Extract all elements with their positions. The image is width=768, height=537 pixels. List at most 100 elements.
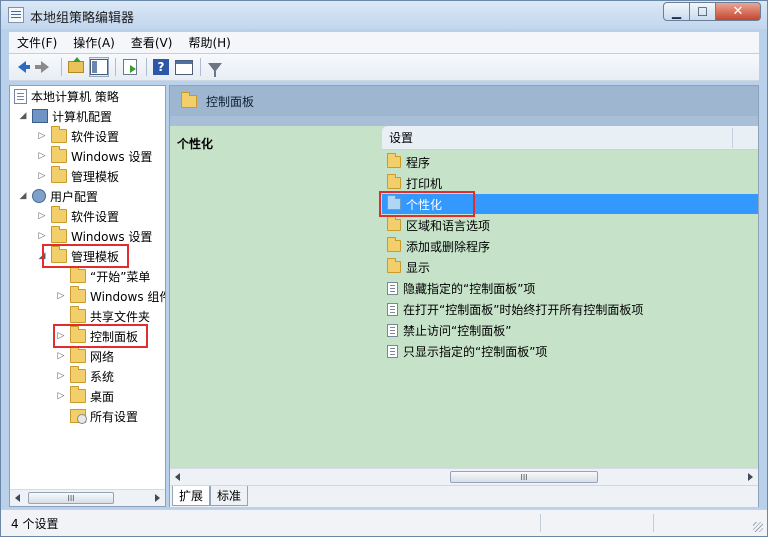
expand-arrow-icon[interactable]: ▷: [56, 371, 66, 381]
tree-item-all-settings[interactable]: 所有设置: [56, 406, 138, 426]
tree-label: Windows 设置: [71, 229, 153, 244]
list-item[interactable]: 区域和语言选项: [382, 215, 758, 235]
menu-bar: 文件(F) 操作(A) 查看(V) 帮助(H): [9, 32, 759, 53]
minimize-button[interactable]: ▁: [663, 2, 690, 21]
tab-extended[interactable]: 扩展: [172, 486, 211, 506]
tree-item-c-windows[interactable]: ▷ Windows 设置: [37, 146, 152, 166]
window-controls: ▁ ☐ ✕: [663, 2, 761, 21]
list-item-label: 在打开“控制面板”时始终打开所有控制面板项: [403, 302, 644, 317]
title-bar[interactable]: 本地组策略编辑器 ▁ ☐ ✕: [1, 1, 767, 29]
tree-item-c-software[interactable]: ▷ 软件设置: [37, 126, 119, 146]
expand-arrow-icon[interactable]: ▷: [37, 151, 47, 161]
tree-item-desktop[interactable]: ▷ 桌面: [56, 386, 114, 406]
column-divider[interactable]: [732, 128, 733, 148]
folder-icon: [387, 216, 401, 231]
filter-button[interactable]: [205, 57, 225, 77]
list-item[interactable]: 隐藏指定的“控制面板”项: [382, 278, 758, 298]
toolbar-separator: [146, 58, 147, 76]
tree-label: 计算机配置: [52, 109, 113, 124]
tree-item-shared-folders[interactable]: 共享文件夹: [56, 306, 150, 326]
tree-item-user-config[interactable]: ◢ 用户配置: [18, 186, 98, 206]
status-text: 4 个设置: [11, 517, 59, 531]
collapse-arrow-icon[interactable]: ◢: [18, 111, 28, 121]
window: 本地组策略编辑器 ▁ ☐ ✕ 文件(F) 操作(A) 查看(V) 帮助(H) ?…: [0, 0, 768, 537]
details-horizontal-scrollbar[interactable]: III: [170, 468, 758, 485]
list-item[interactable]: 添加或删除程序: [382, 236, 758, 256]
list-item-label: 只显示指定的“控制面板”项: [403, 344, 548, 359]
help-button[interactable]: ?: [151, 57, 171, 77]
tree-item-windows-components[interactable]: ▷ Windows 组件: [56, 286, 165, 306]
tree-label: 共享文件夹: [90, 309, 151, 324]
setting-icon: [387, 323, 398, 337]
tree-label: 管理模板: [71, 169, 120, 184]
folder-icon: [51, 226, 67, 243]
show-hide-tree-button[interactable]: [89, 57, 109, 77]
menu-action[interactable]: 操作(A): [65, 34, 123, 51]
setting-icon: [387, 281, 398, 295]
scroll-left-icon[interactable]: [175, 473, 180, 481]
tree-item-root[interactable]: 本地计算机 策略: [14, 86, 119, 106]
scroll-thumb[interactable]: III: [450, 471, 598, 483]
list-item[interactable]: 打印机: [382, 173, 758, 193]
tree-label: “开始”菜单: [90, 269, 151, 284]
list-item[interactable]: 程序: [382, 152, 758, 172]
tree-label: 软件设置: [71, 209, 120, 224]
back-button[interactable]: [12, 57, 32, 77]
expand-arrow-icon[interactable]: ▷: [37, 211, 47, 221]
expand-arrow-icon[interactable]: ▷: [56, 391, 66, 401]
expand-arrow-icon[interactable]: ▷: [37, 171, 47, 181]
annotation-highlight-admin: [42, 244, 129, 268]
list-item-label: 显示: [406, 260, 431, 275]
tree-label: 软件设置: [71, 129, 120, 144]
tree-label: 桌面: [90, 389, 115, 404]
close-button[interactable]: ✕: [716, 2, 761, 21]
scroll-right-icon[interactable]: [155, 494, 160, 502]
toolbar-separator: [115, 58, 116, 76]
menu-help[interactable]: 帮助(H): [180, 34, 238, 51]
forward-button[interactable]: [35, 57, 55, 77]
folder-icon: [70, 306, 86, 323]
folder-icon: [387, 258, 401, 273]
tree-item-c-admin[interactable]: ▷ 管理模板: [37, 166, 119, 186]
list-item[interactable]: 禁止访问“控制面板”: [382, 320, 758, 340]
tree-item-computer-config[interactable]: ◢ 计算机配置: [18, 106, 112, 126]
status-divider: [653, 514, 654, 532]
collapse-arrow-icon[interactable]: ◢: [18, 191, 28, 201]
tree-horizontal-scrollbar[interactable]: III: [10, 489, 165, 506]
tree-pane: 本地计算机 策略 ◢ 计算机配置 ▷ 软件设置 ▷ Windows 设置 ▷ 管…: [9, 85, 166, 507]
expand-arrow-icon[interactable]: ▷: [37, 231, 47, 241]
properties-button[interactable]: [174, 57, 194, 77]
view-tabs: 扩展 标准: [170, 486, 758, 507]
expand-arrow-icon[interactable]: ▷: [37, 131, 47, 141]
folder-icon: [70, 386, 86, 403]
tree-item-u-software[interactable]: ▷ 软件设置: [37, 206, 119, 226]
up-button[interactable]: [66, 57, 86, 77]
tab-standard[interactable]: 标准: [210, 486, 249, 506]
scroll-left-icon[interactable]: [15, 494, 20, 502]
expand-arrow-icon[interactable]: ▷: [56, 291, 66, 301]
tree-label: 用户配置: [50, 189, 99, 204]
tree-item-start-menu[interactable]: “开始”菜单: [56, 266, 150, 286]
scroll-thumb[interactable]: III: [28, 492, 114, 504]
column-setting[interactable]: 设置: [382, 129, 413, 146]
list-item[interactable]: 显示: [382, 257, 758, 277]
menu-file[interactable]: 文件(F): [9, 34, 65, 51]
scroll-right-icon[interactable]: [748, 473, 753, 481]
tree-item-u-windows[interactable]: ▷ Windows 设置: [37, 226, 152, 246]
maximize-button[interactable]: ☐: [690, 2, 716, 21]
tree-label: 系统: [90, 369, 115, 384]
list-item[interactable]: 在打开“控制面板”时始终打开所有控制面板项: [382, 299, 758, 319]
app-icon: [8, 7, 24, 23]
resize-grip-icon[interactable]: [753, 522, 763, 532]
properties-icon: [175, 59, 193, 75]
menu-view[interactable]: 查看(V): [123, 34, 181, 51]
tree-item-network[interactable]: ▷ 网络: [56, 346, 114, 366]
expand-arrow-icon[interactable]: ▷: [56, 351, 66, 361]
list-item-label: 禁止访问“控制面板”: [403, 323, 512, 338]
folder-icon: [70, 266, 86, 283]
tree-item-system[interactable]: ▷ 系统: [56, 366, 114, 386]
export-button[interactable]: [120, 57, 140, 77]
list-item-label: 隐藏指定的“控制面板”项: [403, 281, 536, 296]
list-item[interactable]: 只显示指定的“控制面板”项: [382, 341, 758, 361]
folder-icon: [51, 146, 67, 163]
